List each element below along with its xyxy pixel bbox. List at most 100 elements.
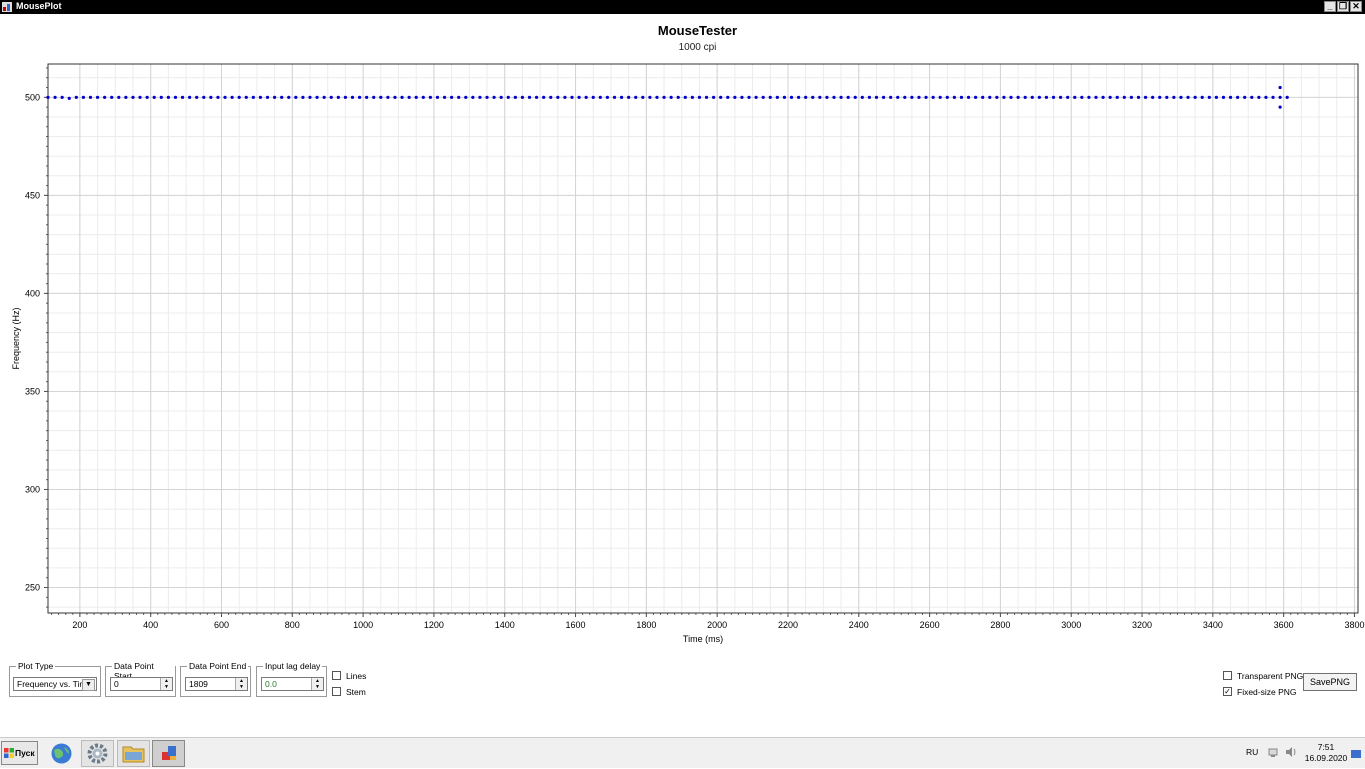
data-point bbox=[173, 95, 178, 99]
data-point bbox=[81, 95, 86, 99]
data-point bbox=[244, 95, 248, 99]
minimize-button[interactable]: _ bbox=[1324, 1, 1336, 12]
data-point bbox=[74, 95, 78, 99]
taskbar-browser[interactable] bbox=[45, 740, 78, 767]
x-tick-label: 2200 bbox=[778, 620, 798, 630]
data-point bbox=[88, 95, 93, 99]
data-point-start-input[interactable]: 0 ▲ ▼ bbox=[110, 677, 173, 691]
data-point bbox=[60, 95, 64, 99]
data-point bbox=[1278, 95, 1282, 99]
x-tick-label: 3200 bbox=[1132, 620, 1152, 630]
data-point bbox=[1108, 95, 1112, 99]
taskbar-explorer[interactable] bbox=[117, 740, 150, 767]
x-tick-label: 1400 bbox=[495, 620, 515, 630]
x-tick-label: 1800 bbox=[636, 620, 656, 630]
data-point bbox=[1044, 95, 1049, 99]
data-point bbox=[1066, 95, 1070, 99]
data-point bbox=[1115, 95, 1119, 99]
data-point bbox=[95, 95, 100, 99]
data-point bbox=[917, 95, 921, 99]
data-point bbox=[1186, 95, 1190, 99]
data-point bbox=[1278, 85, 1282, 90]
data-point bbox=[1136, 95, 1141, 99]
data-point bbox=[251, 95, 255, 99]
data-point bbox=[287, 95, 291, 99]
plot-type-value: Frequency vs. Time bbox=[17, 679, 92, 689]
data-point bbox=[811, 95, 815, 99]
data-point bbox=[471, 95, 475, 99]
taskbar-settings[interactable] bbox=[81, 740, 114, 767]
network-icon[interactable] bbox=[1268, 746, 1280, 758]
data-point-end-input[interactable]: 1809 ▲ ▼ bbox=[185, 677, 248, 691]
plot-type-label: Plot Type bbox=[16, 661, 56, 671]
data-point bbox=[315, 95, 319, 99]
data-point bbox=[627, 95, 631, 99]
data-point-end-spinner[interactable]: ▲ ▼ bbox=[235, 678, 247, 690]
lines-checkbox[interactable] bbox=[332, 671, 341, 680]
data-point bbox=[1122, 95, 1126, 99]
show-desktop-icon[interactable] bbox=[1351, 750, 1361, 758]
data-point bbox=[513, 95, 517, 99]
data-point bbox=[598, 95, 602, 99]
chevron-down-icon[interactable]: ▼ bbox=[82, 679, 95, 691]
y-tick-label: 350 bbox=[25, 386, 40, 396]
data-point bbox=[1200, 95, 1204, 99]
tray-clock[interactable]: 7:51 16.09.2020 bbox=[1300, 742, 1352, 764]
data-point bbox=[188, 95, 192, 99]
data-point bbox=[216, 95, 220, 99]
data-point bbox=[825, 95, 829, 99]
volume-icon[interactable] bbox=[1285, 746, 1297, 758]
y-tick-label: 450 bbox=[25, 190, 40, 200]
data-point-start-value: 0 bbox=[114, 679, 119, 689]
taskbar-mouseplot[interactable] bbox=[152, 740, 185, 767]
fixed-size-png-checkbox[interactable]: ✓ bbox=[1223, 687, 1232, 696]
data-point-start-spinner[interactable]: ▲ ▼ bbox=[160, 678, 172, 690]
data-point bbox=[379, 95, 383, 99]
x-tick-label: 400 bbox=[143, 620, 158, 630]
data-point bbox=[414, 95, 418, 99]
input-lag-delay-input[interactable]: 0.0 ▲ ▼ bbox=[261, 677, 324, 691]
data-point bbox=[988, 95, 992, 99]
mouseplot-app-icon bbox=[162, 746, 176, 760]
data-point bbox=[145, 95, 149, 99]
data-point bbox=[1094, 95, 1098, 99]
data-point bbox=[1009, 95, 1013, 99]
input-lag-delay-value: 0.0 bbox=[265, 679, 277, 689]
x-tick-label: 2600 bbox=[920, 620, 940, 630]
plot-type-select[interactable]: Frequency vs. Time ▼ bbox=[13, 677, 97, 691]
data-point bbox=[209, 95, 213, 99]
data-point bbox=[534, 95, 539, 99]
data-point-end-value: 1809 bbox=[189, 679, 208, 689]
transparent-png-label: Transparent PNG bbox=[1237, 671, 1304, 681]
input-lag-delay-spinner[interactable]: ▲ ▼ bbox=[311, 678, 323, 690]
data-point-end-group: Data Point End 1809 ▲ ▼ bbox=[180, 661, 251, 697]
data-point bbox=[945, 95, 949, 99]
chart-title: MouseTester bbox=[657, 23, 738, 38]
close-button[interactable]: ✕ bbox=[1350, 1, 1362, 12]
data-point bbox=[584, 95, 588, 99]
language-indicator[interactable]: RU bbox=[1246, 747, 1258, 757]
y-tick-label: 400 bbox=[25, 288, 40, 298]
data-point bbox=[974, 95, 978, 99]
data-point bbox=[818, 95, 822, 99]
data-point bbox=[768, 95, 772, 99]
start-button[interactable]: Пуск bbox=[1, 741, 38, 765]
data-point bbox=[719, 95, 723, 99]
plot-frame bbox=[47, 63, 1359, 614]
window-titlebar: MousePlot _ ❐ ✕ bbox=[0, 0, 1365, 14]
data-point bbox=[867, 95, 872, 99]
x-tick-label: 1000 bbox=[353, 620, 373, 630]
restore-button[interactable]: ❐ bbox=[1337, 1, 1349, 12]
data-point bbox=[1143, 95, 1148, 99]
y-tick-label: 300 bbox=[25, 484, 40, 494]
data-point bbox=[662, 95, 666, 99]
stem-checkbox[interactable] bbox=[332, 687, 341, 696]
data-point bbox=[832, 95, 836, 99]
y-tick-label: 500 bbox=[25, 92, 40, 102]
save-png-button[interactable]: SavePNG bbox=[1303, 673, 1357, 691]
data-point bbox=[1030, 95, 1034, 99]
data-point bbox=[202, 95, 206, 99]
y-tick-label: 250 bbox=[25, 583, 40, 593]
globe-icon bbox=[51, 743, 72, 764]
transparent-png-checkbox[interactable] bbox=[1223, 671, 1232, 680]
